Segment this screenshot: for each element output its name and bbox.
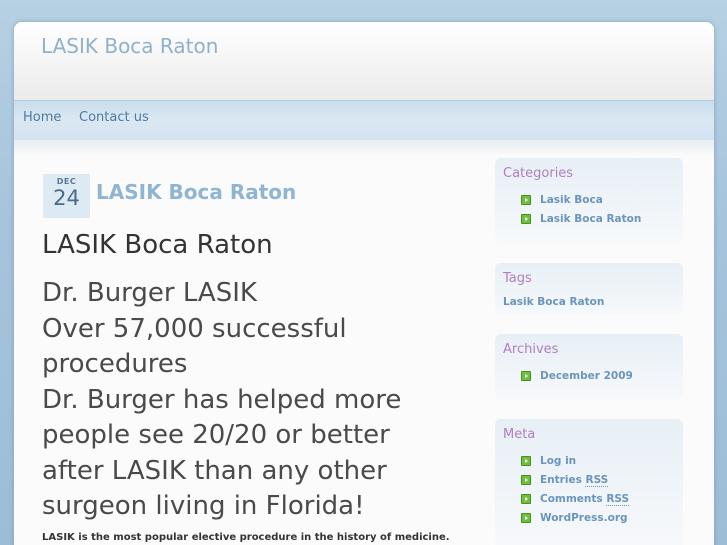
rss-abbr: RSS bbox=[606, 493, 630, 506]
subheading-line: procedures bbox=[42, 349, 188, 379]
comments-rss-prefix: Comments bbox=[540, 493, 607, 505]
subheading-line: Dr. Burger has helped more bbox=[42, 384, 402, 415]
subheading-line: after LASIK than any other bbox=[42, 455, 387, 486]
meta-list: Log in Entries RSS Comments RSS WordPres… bbox=[521, 455, 630, 531]
entries-rss-prefix: Entries bbox=[540, 474, 586, 486]
bullet-arrow-icon bbox=[521, 475, 531, 485]
nav-item-contact-us[interactable]: Contact us bbox=[79, 110, 149, 125]
list-item: Lasik Boca Raton bbox=[521, 213, 641, 232]
archives-list: December 2009 bbox=[521, 370, 633, 389]
bullet-arrow-icon bbox=[521, 371, 531, 381]
site-title-link[interactable]: LASIK Boca Raton bbox=[41, 34, 218, 58]
post-date-day: 24 bbox=[53, 186, 80, 210]
subheading-line: surgeon living in Florida! bbox=[42, 491, 365, 521]
post-heading: LASIK Boca Raton bbox=[42, 230, 273, 260]
tag-link-lasik-boca-raton[interactable]: Lasik Boca Raton bbox=[503, 296, 604, 308]
post-title-link[interactable]: LASIK Boca Raton bbox=[96, 180, 296, 204]
bullet-arrow-icon bbox=[521, 195, 531, 205]
list-item: Entries RSS bbox=[521, 474, 629, 493]
bullet-arrow-icon bbox=[521, 494, 531, 504]
meta-comments-rss-link[interactable]: Comments RSS bbox=[540, 493, 630, 506]
meta-wordpress-link[interactable]: WordPress.org bbox=[540, 512, 628, 524]
archive-link-december-2009[interactable]: December 2009 bbox=[540, 370, 633, 382]
categories-title: Categories bbox=[503, 166, 574, 181]
tags-widget: Tags Lasik Boca Raton bbox=[495, 263, 683, 315]
nav-item-home[interactable]: Home bbox=[23, 110, 61, 125]
meta-entries-rss-link[interactable]: Entries RSS bbox=[540, 474, 609, 487]
list-item: Lasik Boca bbox=[521, 194, 641, 213]
rss-abbr: RSS bbox=[585, 474, 609, 487]
list-item: Comments RSS bbox=[521, 493, 630, 512]
subheading-line: Dr. Burger LASIK bbox=[42, 278, 257, 308]
list-item: Log in bbox=[521, 455, 629, 474]
category-link-lasik-boca[interactable]: Lasik Boca bbox=[540, 194, 603, 206]
meta-widget: Meta Log in Entries RSS Comments RSS Wor… bbox=[495, 419, 683, 545]
category-link-lasik-boca-raton[interactable]: Lasik Boca Raton bbox=[540, 213, 641, 225]
categories-list: Lasik Boca Lasik Boca Raton bbox=[521, 194, 641, 232]
tags-title: Tags bbox=[503, 271, 532, 286]
archives-widget: Archives December 2009 bbox=[495, 334, 683, 400]
post-subheading: Dr. Burger LASIK Over 57,000 successful … bbox=[42, 276, 482, 525]
list-item: December 2009 bbox=[521, 370, 633, 389]
meta-title: Meta bbox=[503, 427, 536, 442]
meta-login-link[interactable]: Log in bbox=[540, 455, 576, 467]
nav-shadow bbox=[14, 140, 714, 156]
subheading-line: people see 20/20 or better bbox=[42, 420, 390, 450]
bullet-arrow-icon bbox=[521, 456, 531, 466]
bullet-arrow-icon bbox=[521, 513, 531, 523]
page-frame: LASIK Boca Raton Home Contact us DEC 24 … bbox=[14, 22, 714, 545]
post-date-month: DEC bbox=[56, 177, 77, 186]
bullet-arrow-icon bbox=[521, 214, 531, 224]
list-item: WordPress.org bbox=[521, 512, 629, 531]
main-nav: Home Contact us bbox=[14, 100, 714, 140]
site-header: LASIK Boca Raton bbox=[14, 22, 714, 100]
post-lead-text: LASIK is the most popular elective proce… bbox=[42, 532, 450, 543]
categories-widget: Categories Lasik Boca Lasik Boca Raton bbox=[495, 158, 683, 244]
archives-title: Archives bbox=[503, 342, 559, 357]
subheading-line: Over 57,000 successful bbox=[42, 313, 347, 344]
post-date-badge: DEC 24 bbox=[43, 174, 90, 218]
